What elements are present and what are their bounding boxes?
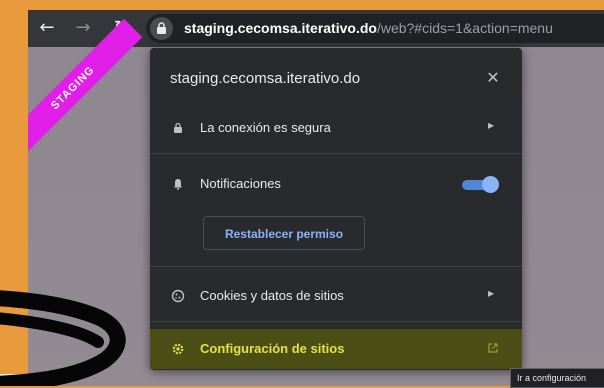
reset-permission-button[interactable]: Restablecer permiso <box>203 216 365 250</box>
notifications-label: Notificaciones <box>200 176 281 191</box>
gear-icon <box>172 343 184 355</box>
connection-label: La conexión es segura <box>200 120 331 135</box>
divider <box>150 266 522 267</box>
divider <box>150 153 522 154</box>
lock-icon <box>174 122 182 133</box>
cookies-row[interactable]: Cookies y datos de sitios ▸ <box>150 276 522 316</box>
close-icon[interactable]: ✕ <box>483 68 503 88</box>
tooltip: Ir a configuración <box>510 368 604 388</box>
chevron-right-icon: ▸ <box>488 286 495 300</box>
toggle-knob <box>482 176 499 193</box>
cookie-icon <box>171 289 185 303</box>
notifications-row: Notificaciones <box>150 164 522 204</box>
site-settings-row[interactable]: Configuración de sitios <box>150 329 522 369</box>
site-settings-label: Configuración de sitios <box>200 341 345 356</box>
bell-icon <box>174 179 182 190</box>
chevron-right-icon: ▸ <box>488 118 495 132</box>
notifications-toggle[interactable] <box>462 176 499 193</box>
popup-title: staging.cecomsa.iterativo.do <box>170 70 361 87</box>
external-link-icon <box>488 343 498 353</box>
site-info-popup: staging.cecomsa.iterativo.do ✕ La conexi… <box>150 48 522 370</box>
connection-row[interactable]: La conexión es segura ▸ <box>150 108 522 148</box>
divider <box>150 321 522 322</box>
cookies-label: Cookies y datos de sitios <box>200 288 344 303</box>
